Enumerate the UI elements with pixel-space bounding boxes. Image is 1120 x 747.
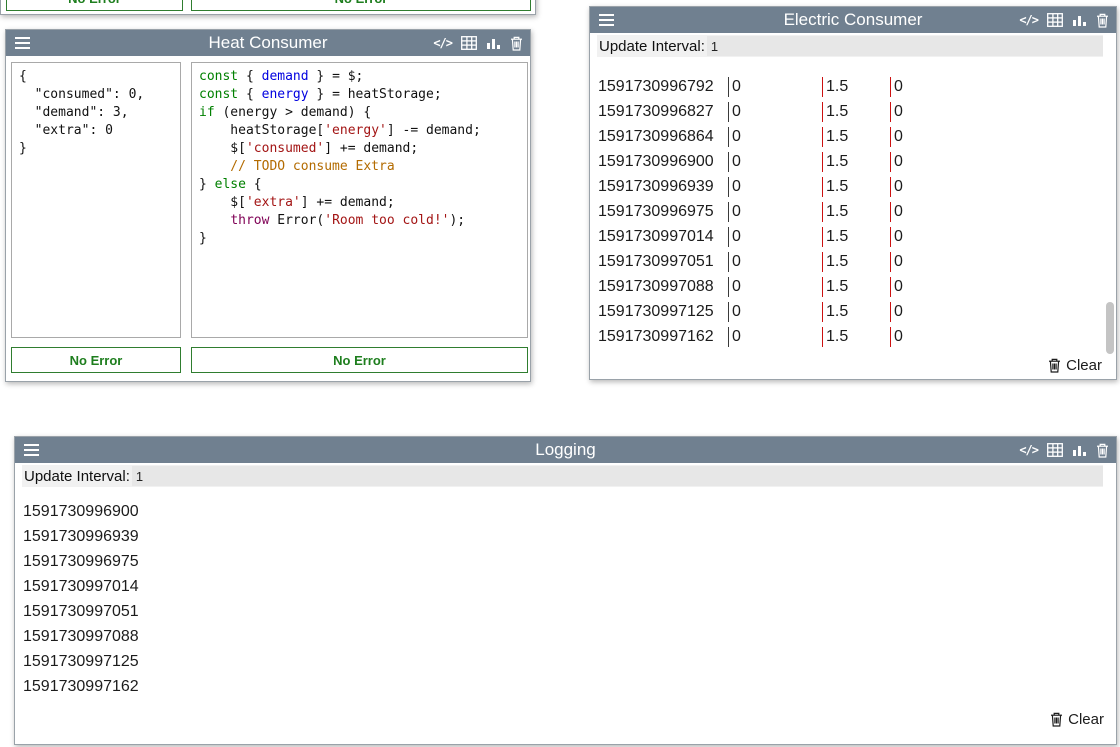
- list-item: 1591730996939: [23, 524, 139, 549]
- update-interval-label: Update Interval:: [22, 468, 130, 485]
- update-interval-row: Update Interval:: [22, 465, 1103, 487]
- state-editor[interactable]: { "consumed": 0, "demand": 3, "extra": 0…: [11, 62, 181, 338]
- panel-title: Heat Consumer: [66, 30, 470, 56]
- table-row: 159173099682701.50: [598, 99, 1098, 124]
- table-row: 159173099705101.50: [598, 249, 1098, 274]
- chart-icon[interactable]: [486, 36, 501, 50]
- table-row: 159173099679201.50: [598, 74, 1098, 99]
- code-line: }: [199, 230, 520, 248]
- table-icon[interactable]: [461, 36, 477, 50]
- data-table: 159173099679201.50159173099682701.501591…: [598, 74, 1098, 349]
- status-label: No Error: [68, 0, 121, 6]
- electric-consumer-panel: Electric Consumer </> Update Interval: 1…: [589, 6, 1117, 380]
- header-toolbar: </>: [1019, 437, 1109, 463]
- panel-header[interactable]: Electric Consumer </>: [590, 7, 1116, 33]
- header-toolbar: </>: [1019, 7, 1109, 33]
- state-line: "demand": 3,: [19, 104, 173, 122]
- code-icon[interactable]: </>: [1019, 13, 1038, 27]
- update-interval-row: Update Interval:: [597, 35, 1103, 57]
- panel-header[interactable]: Logging </>: [15, 437, 1116, 463]
- code-line: throw Error('Room too cold!');: [199, 212, 520, 230]
- list-item: 1591730997051: [23, 599, 139, 624]
- clear-button[interactable]: Clear: [1050, 711, 1104, 728]
- trash-icon[interactable]: [510, 36, 523, 51]
- code-line: const { energy } = heatStorage;: [199, 86, 520, 104]
- list-item: 1591730997162: [23, 674, 139, 699]
- table-row: 159173099697501.50: [598, 199, 1098, 224]
- code-line: $['extra'] += demand;: [199, 194, 520, 212]
- panel-header[interactable]: Heat Consumer </>: [6, 30, 530, 56]
- update-interval-label: Update Interval:: [597, 38, 705, 55]
- table-icon[interactable]: [1047, 13, 1063, 27]
- table-row: 159173099690001.50: [598, 149, 1098, 174]
- clear-label: Clear: [1066, 357, 1102, 374]
- state-line: }: [19, 140, 173, 158]
- list-item: 1591730996900: [23, 499, 139, 524]
- code-editor[interactable]: const { demand } = $;const { energy } = …: [191, 62, 528, 338]
- table-icon[interactable]: [1047, 443, 1063, 457]
- chart-icon[interactable]: [1072, 443, 1087, 457]
- code-line: } else {: [199, 176, 520, 194]
- status-badge: No Error: [6, 0, 183, 11]
- trash-icon: [1048, 358, 1061, 373]
- clear-button[interactable]: Clear: [1048, 357, 1102, 374]
- status-badge: No Error: [11, 347, 181, 373]
- code-icon[interactable]: </>: [1019, 443, 1038, 457]
- scrollbar-thumb[interactable]: [1106, 302, 1114, 354]
- menu-icon[interactable]: [15, 37, 30, 49]
- logging-panel: Logging </> Update Interval: 15917309969…: [14, 436, 1117, 745]
- cutoff-panel: No Error No Error: [0, 0, 536, 15]
- code-line: if (energy > demand) {: [199, 104, 520, 122]
- table-row: 159173099693901.50: [598, 174, 1098, 199]
- panel-title: Logging: [75, 437, 1056, 463]
- table-row: 159173099716201.50: [598, 324, 1098, 349]
- chart-icon[interactable]: [1072, 13, 1087, 27]
- status-badge: No Error: [191, 347, 528, 373]
- list-item: 1591730997125: [23, 649, 139, 674]
- table-row: 159173099708801.50: [598, 274, 1098, 299]
- table-row: 159173099701401.50: [598, 224, 1098, 249]
- table-row: 159173099686401.50: [598, 124, 1098, 149]
- menu-icon[interactable]: [24, 444, 39, 456]
- state-line: "extra": 0: [19, 122, 173, 140]
- status-label: No Error: [335, 0, 388, 6]
- log-list: 1591730996900159173099693915917309969751…: [23, 499, 139, 699]
- header-toolbar: </>: [433, 30, 523, 56]
- update-interval-input[interactable]: [132, 466, 1103, 486]
- state-line: {: [19, 68, 173, 86]
- status-label: No Error: [70, 353, 123, 368]
- clear-label: Clear: [1068, 711, 1104, 728]
- status-badge: No Error: [191, 0, 531, 11]
- heat-consumer-panel: Heat Consumer </> { "consumed": 0, "dema…: [5, 29, 531, 382]
- list-item: 1591730997088: [23, 624, 139, 649]
- update-interval-input[interactable]: [707, 36, 1103, 56]
- list-item: 1591730996975: [23, 549, 139, 574]
- trash-icon[interactable]: [1096, 13, 1109, 28]
- panel-title: Electric Consumer: [650, 7, 1056, 33]
- state-line: "consumed": 0,: [19, 86, 173, 104]
- code-line: $['consumed'] += demand;: [199, 140, 520, 158]
- code-line: const { demand } = $;: [199, 68, 520, 86]
- trash-icon[interactable]: [1096, 443, 1109, 458]
- code-line: // TODO consume Extra: [199, 158, 520, 176]
- status-label: No Error: [333, 353, 386, 368]
- list-item: 1591730997014: [23, 574, 139, 599]
- trash-icon: [1050, 712, 1063, 727]
- code-line: heatStorage['energy'] -= demand;: [199, 122, 520, 140]
- menu-icon[interactable]: [599, 14, 614, 26]
- code-icon[interactable]: </>: [433, 36, 452, 50]
- table-row: 159173099712501.50: [598, 299, 1098, 324]
